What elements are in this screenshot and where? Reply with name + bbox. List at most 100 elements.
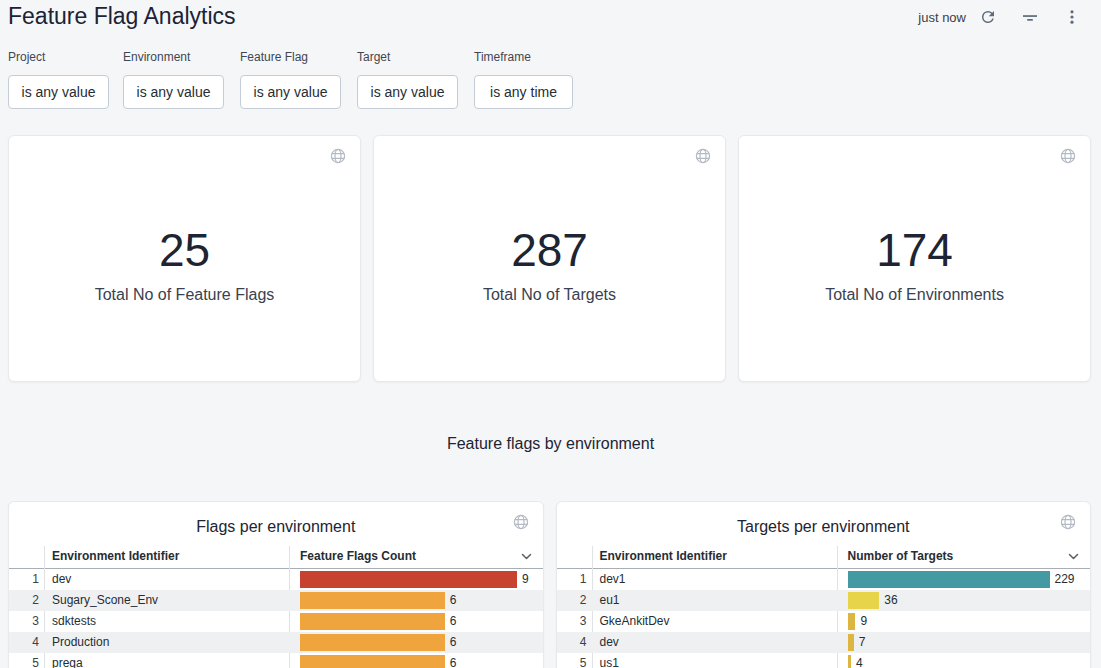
filter-label: Target (357, 50, 458, 64)
value-bar (300, 634, 445, 651)
value-bar (848, 634, 854, 651)
table-row[interactable]: 1 dev 9 (9, 569, 543, 590)
filter-value-button[interactable]: is any value (123, 75, 224, 109)
value-bar (848, 571, 1050, 588)
globe-icon (1060, 514, 1076, 530)
table-row[interactable]: 3 sdktests 6 (9, 611, 543, 632)
table-row[interactable]: 5 us1 4 (557, 653, 1091, 668)
column-header-environment: Environment Identifier (52, 549, 179, 563)
column-header-measure: Feature Flags Count (300, 549, 416, 563)
row-index: 2 (9, 590, 39, 611)
filter-label: Project (8, 50, 109, 64)
filter-environment: Environment is any value (123, 50, 224, 109)
kebab-menu-icon[interactable] (1063, 8, 1081, 26)
section-title: Feature flags by environment (0, 435, 1101, 453)
row-index: 4 (557, 632, 587, 653)
column-header-measure: Number of Targets (848, 549, 954, 563)
filter-icon[interactable] (1021, 8, 1039, 26)
table-row[interactable]: 2 Sugary_Scone_Env 6 (9, 590, 543, 611)
row-index: 5 (9, 653, 39, 668)
environment-cell: sdktests (52, 611, 96, 632)
table-title: Flags per environment (9, 518, 543, 536)
value-bar (848, 592, 880, 609)
table-card-flags-per-environment: Flags per environment Environment Identif… (8, 501, 544, 668)
filter-label: Feature Flag (240, 50, 341, 64)
filter-label: Timeframe (474, 50, 573, 64)
filter-target: Target is any value (357, 50, 458, 109)
table-title: Targets per environment (557, 518, 1091, 536)
last-refreshed: just now (918, 10, 966, 25)
value-label: 9 (860, 611, 867, 632)
table-row[interactable]: 3 GkeAnkitDev 9 (557, 611, 1091, 632)
environment-cell: eu1 (600, 590, 620, 611)
kpi-row: 25 Total No of Feature Flags 287 Total No o… (8, 135, 1091, 382)
environment-cell: dev1 (600, 569, 626, 590)
kpi-label: Total No of Environments (739, 286, 1090, 304)
row-index: 1 (557, 569, 587, 590)
value-label: 9 (522, 569, 529, 590)
filter-feature-flag: Feature Flag is any value (240, 50, 341, 109)
kpi-value: 287 (374, 227, 725, 273)
value-label: 36 (884, 590, 897, 611)
value-bar (848, 655, 852, 668)
row-index: 3 (557, 611, 587, 632)
column-header-environment: Environment Identifier (600, 549, 727, 563)
value-label: 4 (856, 653, 863, 668)
table-row[interactable]: 1 dev1 229 (557, 569, 1091, 590)
table-card-targets-per-environment: Targets per environment Environment Ident… (556, 501, 1092, 668)
environment-cell: GkeAnkitDev (600, 611, 670, 632)
table-body: 1 dev 9 2 Sugary_Scone_Env 6 3 sdktests 6 4 Produc… (9, 569, 543, 668)
table-row[interactable]: 4 Production 6 (9, 632, 543, 653)
table-row[interactable]: 4 dev 7 (557, 632, 1091, 653)
environment-cell: dev (52, 569, 71, 590)
kpi-card-total-no-of-feature-flags: 25 Total No of Feature Flags (8, 135, 361, 382)
kpi-label: Total No of Feature Flags (9, 286, 360, 304)
value-bar (300, 592, 445, 609)
value-bar (300, 613, 445, 630)
environment-cell: Production (52, 632, 109, 653)
table-row[interactable]: 5 prega 6 (9, 653, 543, 668)
environment-cell: dev (600, 632, 619, 653)
page-title: Feature Flag Analytics (8, 3, 236, 30)
kpi-value: 174 (739, 227, 1090, 273)
value-label: 229 (1055, 569, 1075, 590)
environment-cell: prega (52, 653, 83, 668)
value-label: 6 (450, 653, 457, 668)
table-header: Environment Identifier Number of Targets (557, 546, 1091, 569)
environment-cell: Sugary_Scone_Env (52, 590, 158, 611)
environment-cell: us1 (600, 653, 619, 668)
value-bar (300, 655, 445, 668)
refresh-icon[interactable] (979, 8, 997, 26)
filter-value-button[interactable]: is any value (240, 75, 341, 109)
row-index: 3 (9, 611, 39, 632)
kpi-label: Total No of Targets (374, 286, 725, 304)
filter-value-button[interactable]: is any value (8, 75, 109, 109)
filter-timeframe: Timeframe is any time (474, 50, 573, 109)
value-bar (300, 571, 517, 588)
chevron-down-icon[interactable] (521, 553, 532, 560)
table-body: 1dev12292eu1363GkeAnkitDev94dev75us14 (557, 569, 1091, 668)
tables-row: Flags per environment Environment Identif… (8, 501, 1091, 668)
kpi-value: 25 (9, 227, 360, 273)
row-index: 1 (9, 569, 39, 590)
value-label: 7 (859, 632, 866, 653)
globe-icon (695, 148, 711, 164)
row-index: 5 (557, 653, 587, 668)
filter-value-button[interactable]: is any value (357, 75, 458, 109)
table-header: Environment Identifier Feature Flags Coun… (9, 546, 543, 569)
chevron-down-icon[interactable] (1068, 553, 1079, 560)
value-label: 6 (450, 611, 457, 632)
filter-label: Environment (123, 50, 224, 64)
kpi-card-total-no-of-targets: 287 Total No of Targets (373, 135, 726, 382)
table-row[interactable]: 2eu136 (557, 590, 1091, 611)
topbar-actions: just now (918, 7, 1081, 27)
value-label: 6 (450, 632, 457, 653)
globe-icon (1060, 148, 1076, 164)
row-index: 4 (9, 632, 39, 653)
globe-icon (330, 148, 346, 164)
filter-project: Project is any value (8, 50, 109, 109)
filter-value-button[interactable]: is any time (474, 75, 573, 109)
value-label: 6 (450, 590, 457, 611)
value-bar (848, 613, 856, 630)
kpi-card-total-no-of-environments: 174 Total No of Environments (738, 135, 1091, 382)
